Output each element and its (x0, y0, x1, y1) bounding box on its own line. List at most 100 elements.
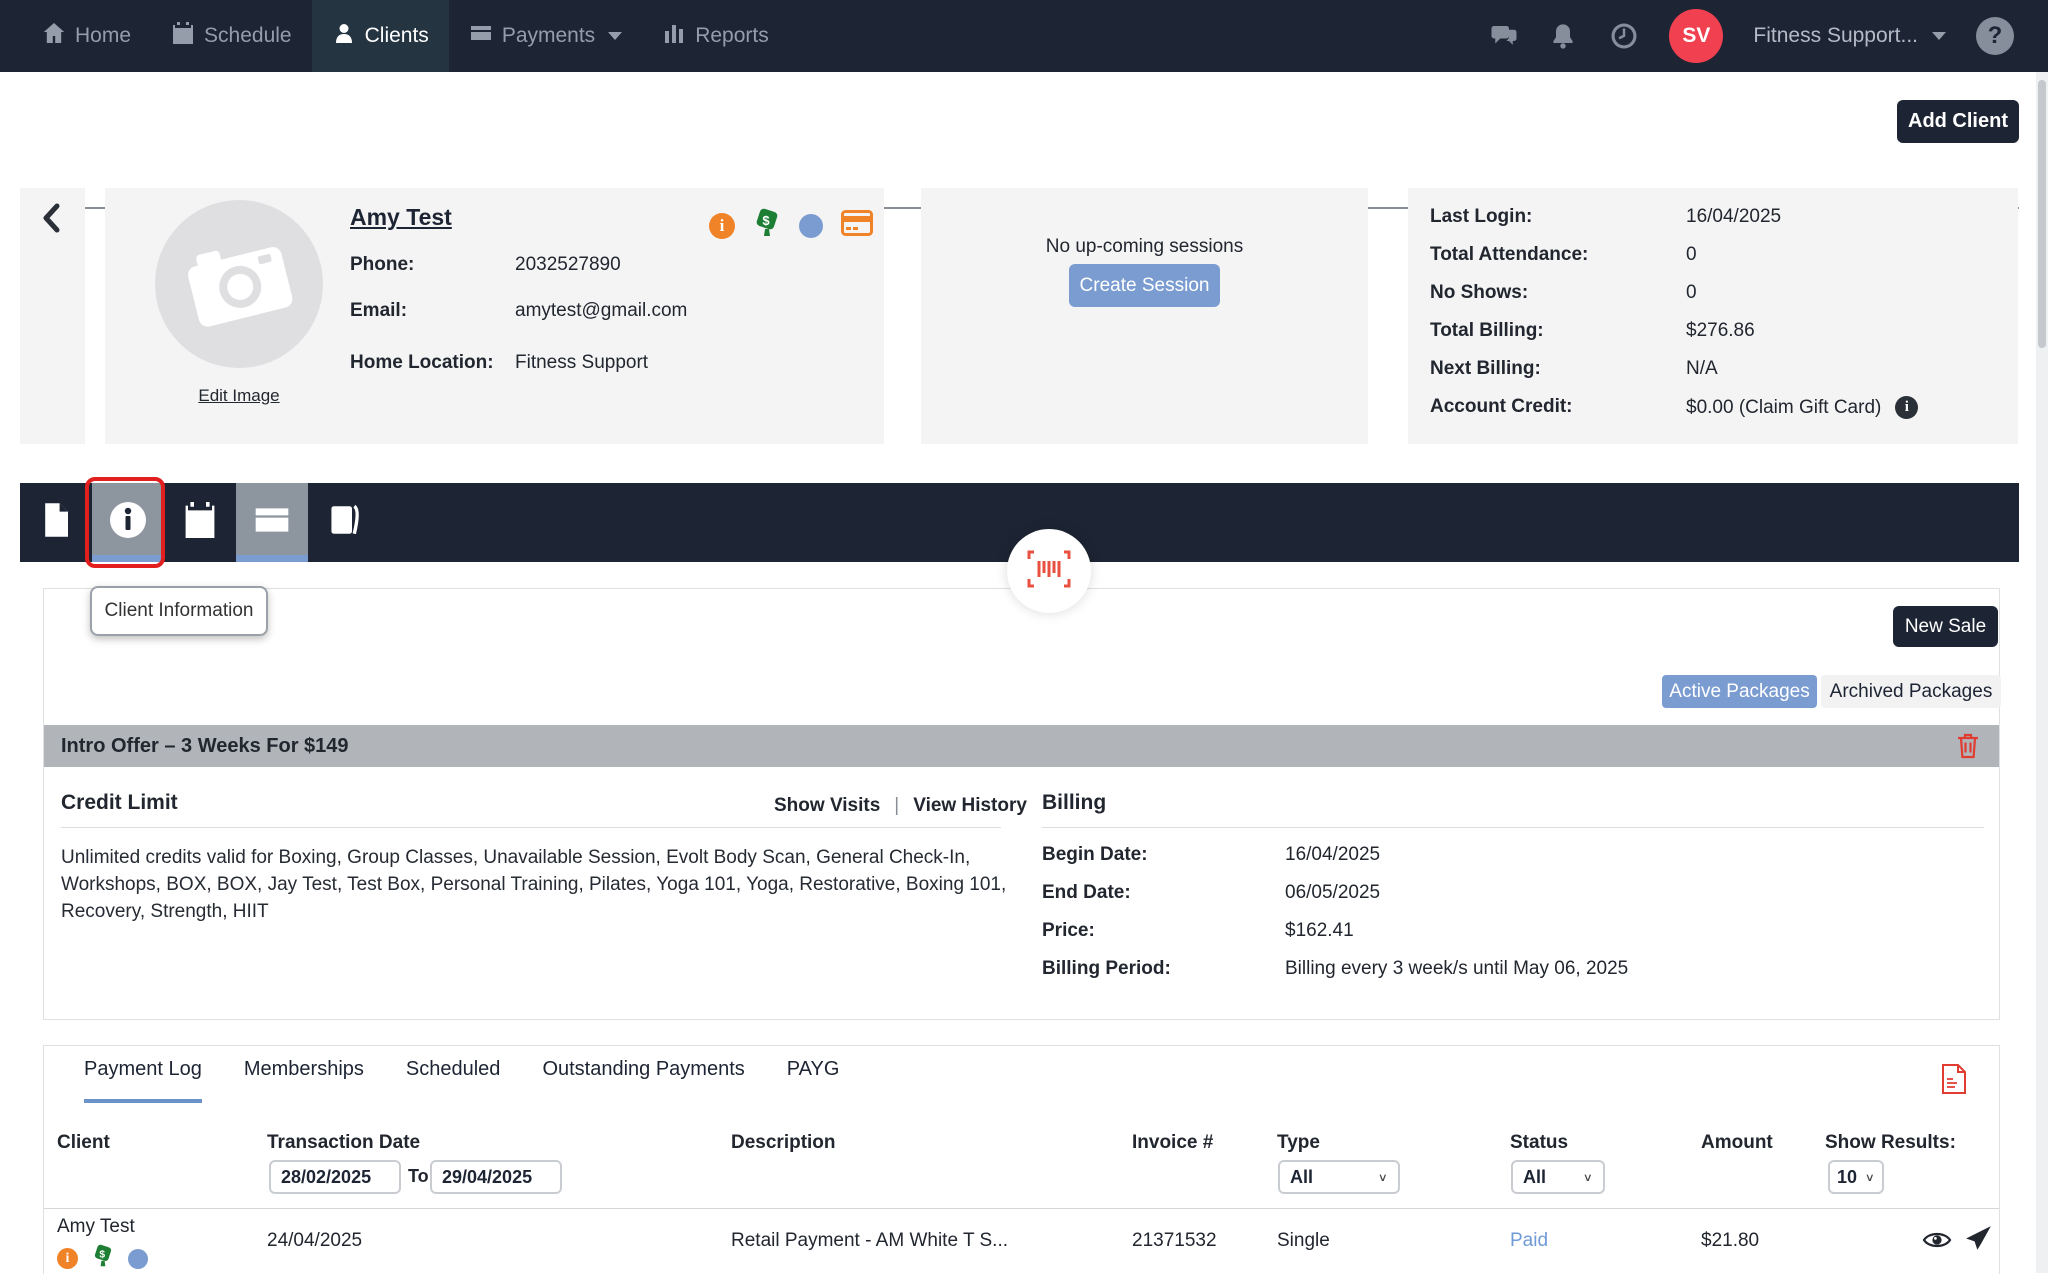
person-icon (332, 21, 356, 51)
col-status: Status (1510, 1132, 1568, 1154)
active-packages-toggle[interactable]: Active Packages (1662, 675, 1817, 708)
table-divider (44, 1208, 1999, 1209)
client-profile-card: Edit Image Amy Test i $ Phone: 203252789… (105, 188, 884, 444)
row-transaction-date: 24/04/2025 (267, 1230, 362, 1252)
phone-value: 2032527890 (515, 254, 621, 276)
chevron-down-icon: ∨ (1378, 1170, 1388, 1184)
nav-item-clients[interactable]: Clients (312, 0, 449, 72)
type-select-value: All (1290, 1167, 1313, 1188)
date-to-input[interactable] (430, 1160, 562, 1194)
show-results-value: 10 (1837, 1167, 1857, 1188)
clock-icon[interactable] (1609, 21, 1639, 51)
card-flag-icon[interactable] (841, 210, 873, 241)
create-session-button[interactable]: Create Session (1069, 264, 1220, 307)
last-login-value: 16/04/2025 (1686, 206, 1781, 228)
tab-outstanding-payments[interactable]: Outstanding Payments (542, 1058, 744, 1103)
credit-card-icon (254, 506, 290, 539)
col-description: Description (731, 1132, 836, 1154)
tab-scheduled[interactable]: Scheduled (406, 1058, 501, 1103)
packages-panel: New Sale Active Packages Archived Packag… (43, 588, 2000, 1020)
avatar-placeholder (155, 200, 323, 368)
to-label: To (408, 1166, 429, 1187)
total-billing-value: $276.86 (1686, 320, 1755, 342)
tab-payments[interactable] (236, 483, 308, 562)
page-scrollbar[interactable] (2036, 72, 2048, 1273)
row-status-link[interactable]: Paid (1510, 1230, 1548, 1252)
barcode-scan-button[interactable] (1007, 529, 1091, 613)
avatar[interactable]: SV (1669, 9, 1723, 63)
col-client: Client (57, 1132, 110, 1154)
billing-period-label: Billing Period: (1042, 958, 1171, 980)
nav-item-reports[interactable]: Reports (642, 0, 789, 72)
status-dot-icon[interactable] (128, 1249, 148, 1269)
price-value: $162.41 (1285, 920, 1354, 942)
view-payment-icon[interactable] (1922, 1228, 1952, 1257)
home-location-value: Fitness Support (515, 352, 648, 374)
row-invoice: 21371532 (1132, 1230, 1217, 1252)
tab-payg[interactable]: PAYG (787, 1058, 840, 1103)
scrollbar-thumb[interactable] (2038, 80, 2046, 348)
export-pdf-icon[interactable] (1941, 1064, 1967, 1099)
chevron-down-icon: ∨ (1865, 1170, 1875, 1184)
edit-image-link[interactable]: Edit Image (155, 386, 323, 406)
tab-memberships[interactable]: Memberships (244, 1058, 364, 1103)
status-dot-icon[interactable] (799, 214, 823, 238)
tab-payment-log[interactable]: Payment Log (84, 1058, 202, 1103)
tab-documents[interactable] (20, 483, 92, 562)
billing-heading: Billing (1042, 791, 1106, 815)
col-show-results: Show Results: (1825, 1132, 1956, 1154)
info-icon[interactable]: i (709, 213, 735, 239)
info-icon[interactable]: i (57, 1248, 78, 1269)
type-select[interactable]: All ∨ (1278, 1160, 1400, 1194)
client-name-link[interactable]: Amy Test (350, 204, 452, 231)
svg-text:$: $ (762, 213, 770, 228)
help-icon[interactable]: ? (1976, 17, 2014, 55)
account-credit-text[interactable]: $0.00 (Claim Gift Card) (1686, 397, 1881, 419)
nav-item-schedule[interactable]: Schedule (151, 0, 312, 72)
col-type: Type (1277, 1132, 1320, 1154)
show-results-select[interactable]: 10 ∨ (1828, 1160, 1884, 1194)
archived-packages-toggle[interactable]: Archived Packages (1821, 675, 2001, 708)
date-from-input[interactable] (269, 1160, 401, 1194)
chevron-down-icon (608, 32, 622, 40)
nav-item-label: Payments (502, 24, 595, 48)
billing-period-value: Billing every 3 week/s until May 06, 202… (1285, 958, 1628, 980)
row-client-name[interactable]: Amy Test (57, 1216, 135, 1238)
status-select[interactable]: All ∨ (1511, 1160, 1605, 1194)
email-value: amytest@gmail.com (515, 300, 687, 322)
nav-item-label: Clients (365, 24, 429, 48)
add-client-button[interactable]: Add Client (1897, 100, 2019, 143)
tab-notes[interactable] (308, 483, 380, 562)
send-receipt-icon[interactable] (1965, 1225, 1992, 1257)
book-icon (328, 502, 360, 543)
calendar-icon (183, 502, 217, 543)
nav-right-group: SV Fitness Support... ? (1489, 0, 2014, 72)
nav-left-group: Home Schedule Clients Payments Reports (0, 0, 789, 72)
money-icon[interactable]: $ (753, 208, 781, 243)
tab-client-information[interactable] (92, 483, 164, 562)
bell-icon[interactable] (1549, 21, 1579, 51)
package-title: Intro Offer – 3 Weeks For $149 (61, 735, 349, 758)
info-icon[interactable]: i (1895, 396, 1918, 419)
view-history-link[interactable]: View History (913, 795, 1027, 817)
client-information-tooltip: Client Information (90, 586, 268, 636)
row-amount: $21.80 (1701, 1230, 1759, 1252)
delete-package-button[interactable] (1957, 733, 1979, 764)
top-nav: Home Schedule Clients Payments Reports S… (0, 0, 2048, 72)
nav-item-home[interactable]: Home (22, 0, 151, 72)
col-amount: Amount (1701, 1132, 1773, 1154)
show-visits-link[interactable]: Show Visits (774, 795, 880, 817)
nav-item-payments[interactable]: Payments (449, 0, 642, 72)
credit-limit-heading: Credit Limit (61, 791, 178, 815)
back-button-card[interactable] (20, 188, 85, 444)
account-menu[interactable]: Fitness Support... (1753, 24, 1946, 48)
new-sale-button[interactable]: New Sale (1893, 606, 1998, 647)
tab-schedule[interactable] (164, 483, 236, 562)
chevron-down-icon: ∨ (1583, 1170, 1593, 1184)
account-name-label: Fitness Support... (1753, 24, 1918, 48)
end-date-value: 06/05/2025 (1285, 882, 1380, 904)
no-shows-value: 0 (1686, 282, 1697, 304)
chat-icon[interactable] (1489, 21, 1519, 51)
begin-date-value: 16/04/2025 (1285, 844, 1380, 866)
money-icon[interactable]: $ (92, 1244, 114, 1273)
